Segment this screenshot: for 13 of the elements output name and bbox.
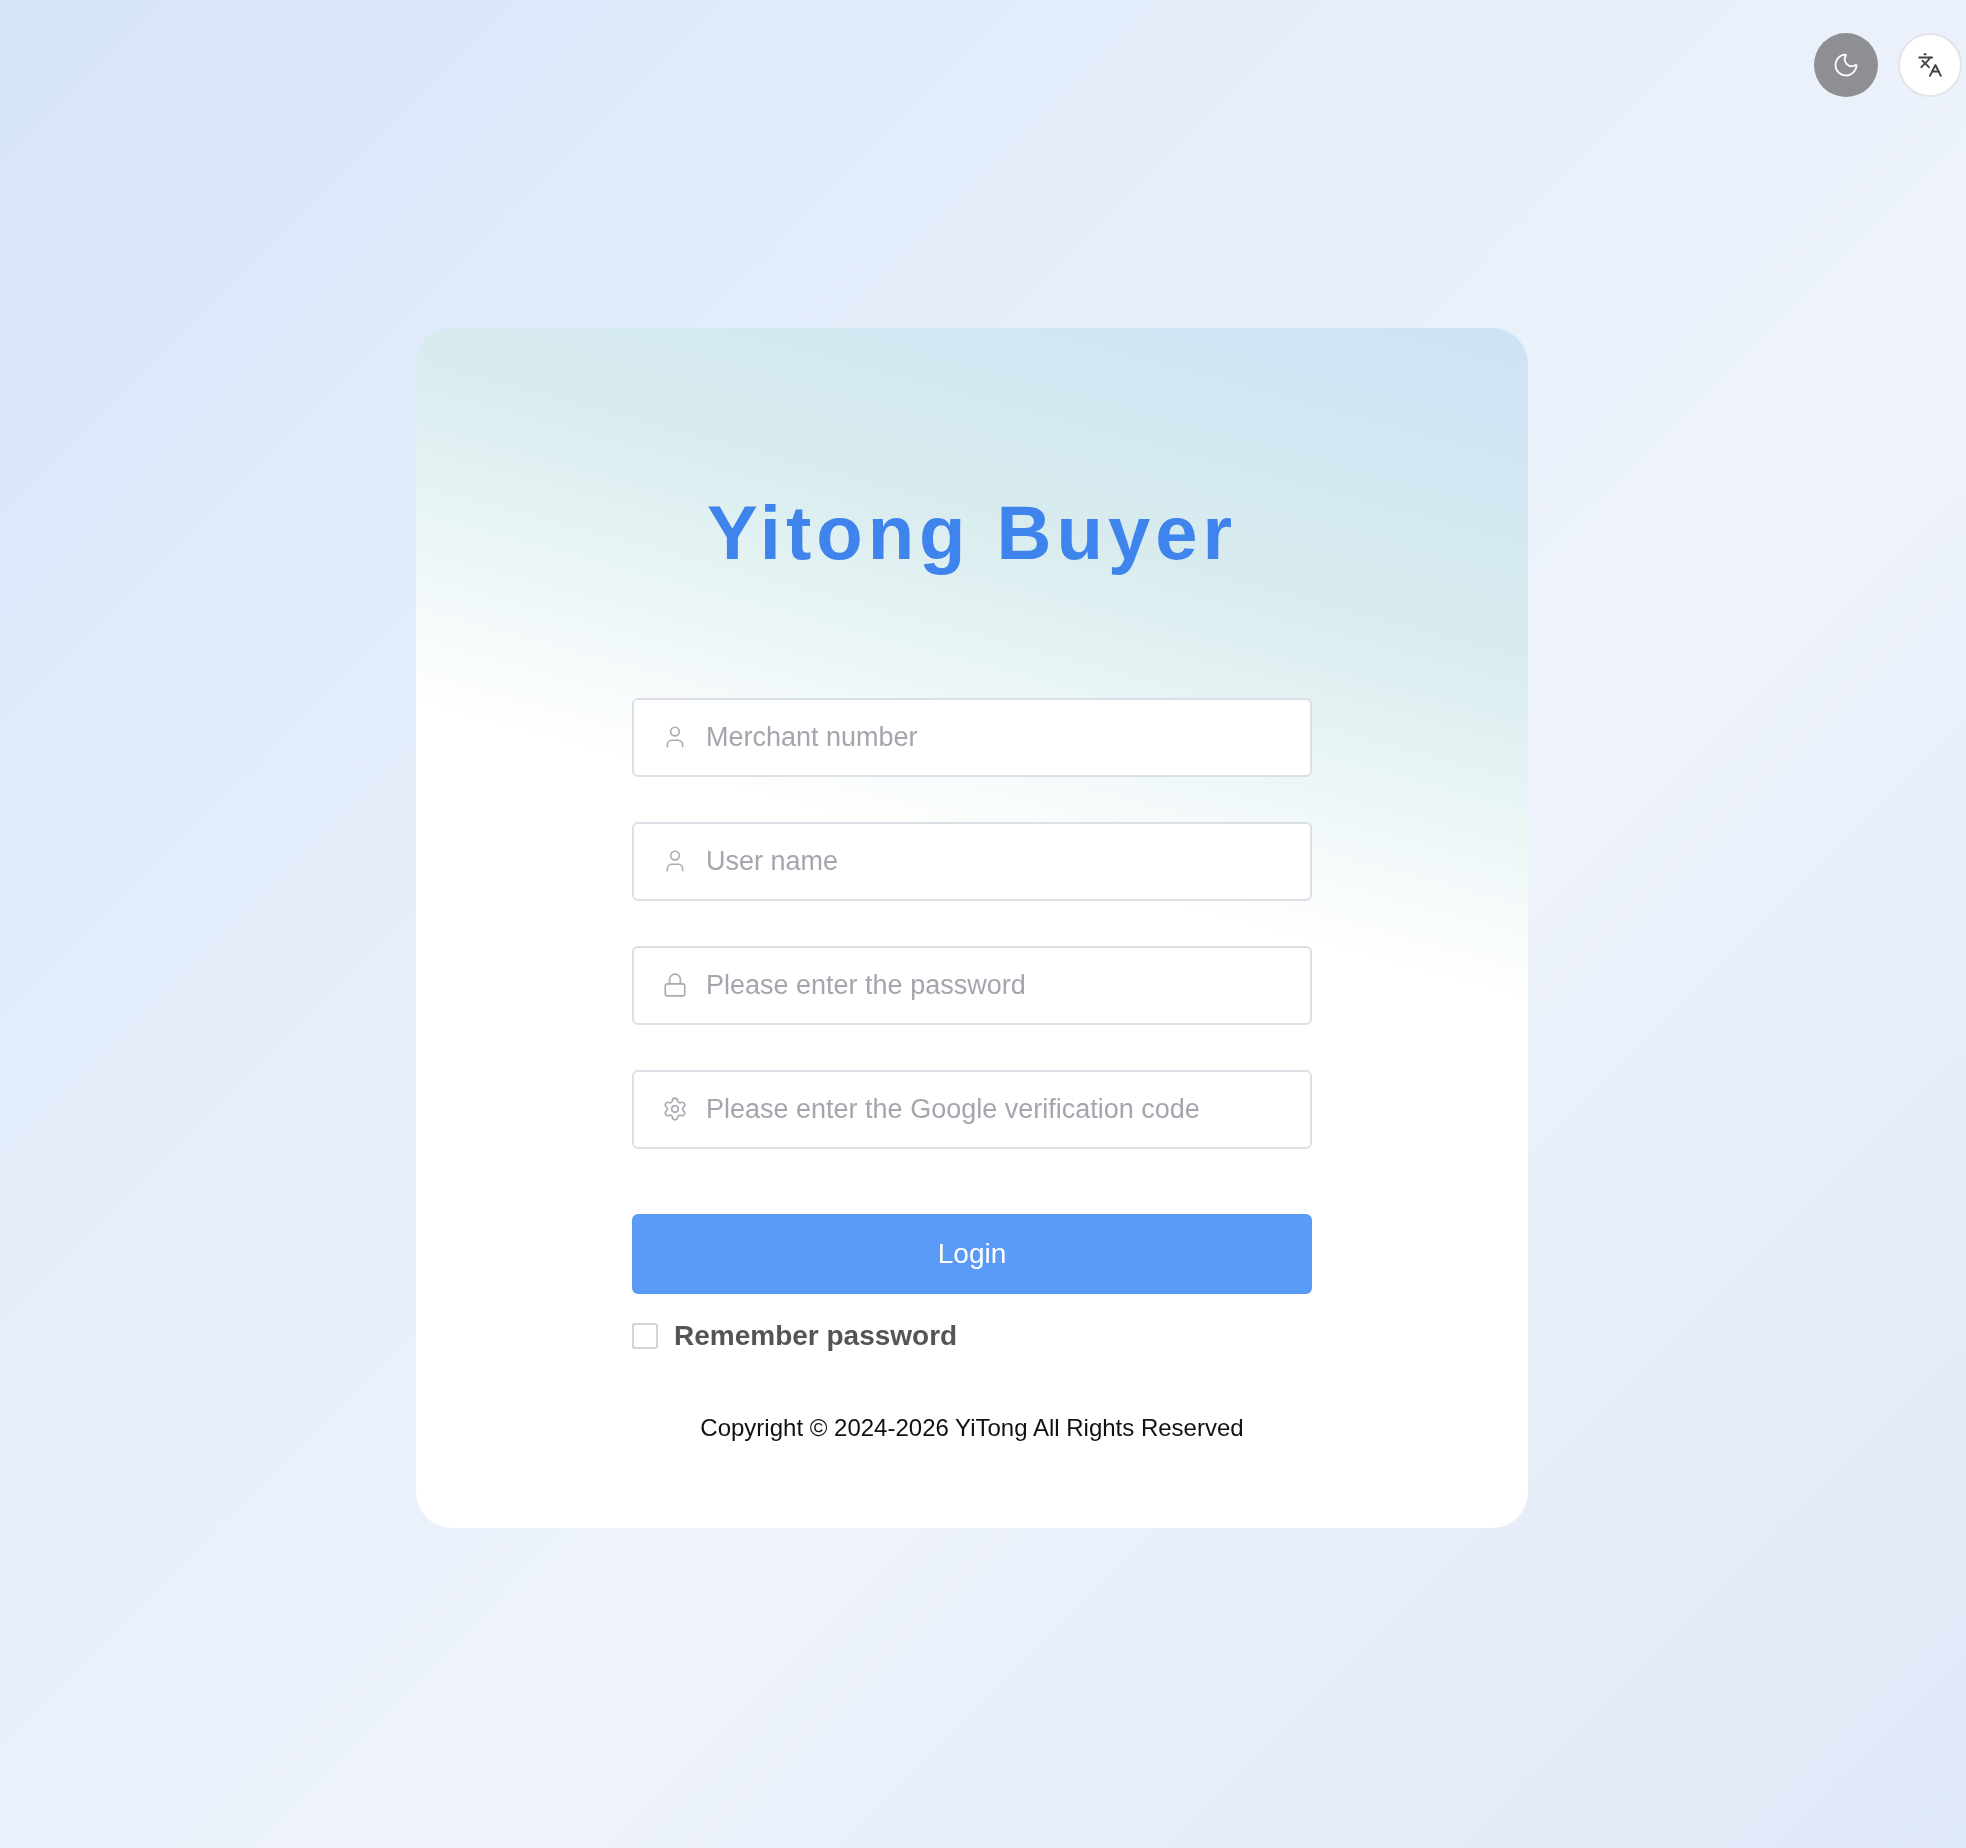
- login-button[interactable]: Login: [632, 1214, 1312, 1294]
- input-field[interactable]: Merchant number: [632, 698, 1312, 777]
- remember-label: Remember password: [674, 1320, 958, 1352]
- checkbox[interactable]: [632, 1323, 658, 1349]
- translate-icon: [1917, 52, 1943, 78]
- input-field[interactable]: User name: [632, 822, 1312, 901]
- app-title: Yitong Buyer: [706, 489, 1238, 577]
- moon-icon: [1832, 51, 1860, 79]
- input-field[interactable]: Please enter the password: [632, 946, 1312, 1025]
- copyright-text: Copyright © 2024-2026 YiTong All Rights Reserved: [700, 1414, 1244, 1442]
- settings-icon: [662, 1096, 688, 1122]
- lock-icon: [662, 972, 688, 998]
- input-field[interactable]: Please enter the Google verification code: [632, 1070, 1312, 1149]
